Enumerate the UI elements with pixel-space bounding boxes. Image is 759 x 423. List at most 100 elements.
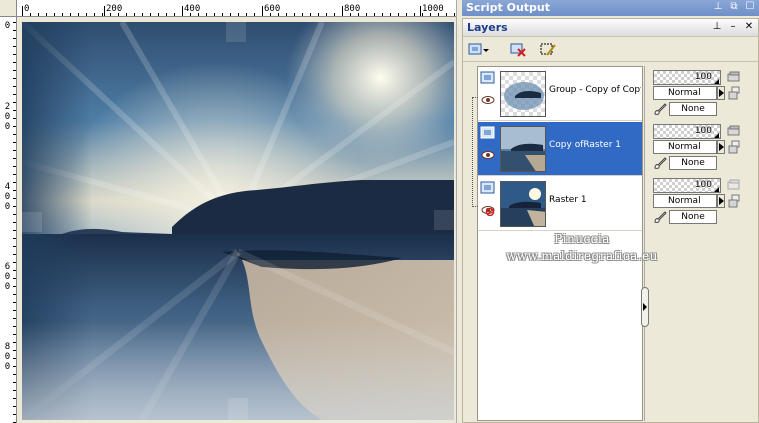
script-output-title: Script Output: [466, 1, 551, 14]
blend-mode-dropdown-button[interactable]: [717, 140, 725, 154]
chevron-right-icon: [718, 89, 724, 97]
layer-row-raster-1[interactable]: Raster 1: [478, 177, 642, 231]
ruler-top-label: 400: [184, 4, 201, 14]
opacity-triangle-icon: [714, 79, 719, 84]
script-output-panel: Script Output ⊥ ⧉ ☐: [462, 0, 759, 16]
eye-icon[interactable]: [481, 95, 495, 105]
eye-icon[interactable]: [481, 150, 495, 160]
layer-row-group[interactable]: Group - Copy of Copy: [478, 67, 642, 121]
layers-panel: Layers ⊥ – ✕ Group - Copy of Copy Copy o…: [462, 18, 759, 423]
link-icon[interactable]: [727, 140, 741, 154]
brush-variance-select[interactable]: None: [669, 102, 717, 116]
opacity-value: 100: [694, 126, 712, 136]
delete-layer-button[interactable]: [507, 41, 529, 59]
canvas-area: 0 200 400 600 800 1000 0 2 0 0 4 0 0 6 0…: [0, 0, 462, 423]
layer-thumbnail: [500, 126, 546, 172]
pin-icon[interactable]: ⊥: [712, 21, 722, 33]
delete-layer-icon: [510, 43, 526, 57]
brush-variance-value: None: [681, 104, 705, 114]
brush-icon[interactable]: [653, 102, 667, 116]
hidden-eye-icon[interactable]: [481, 204, 495, 216]
layer-row-copy-of-raster-1[interactable]: Copy ofRaster 1: [478, 122, 642, 176]
blend-mode-value: Normal: [668, 142, 701, 152]
maximize-icon[interactable]: ☐: [745, 1, 755, 13]
splitter-handle[interactable]: [641, 287, 649, 327]
blend-mode-select[interactable]: Normal: [653, 194, 717, 208]
layer-properties-group: 100 Normal None: [653, 68, 753, 120]
ruler-left-label: 6: [4, 262, 11, 272]
opacity-slider[interactable]: 100: [653, 178, 721, 193]
lock-transparency-icon[interactable]: [727, 124, 741, 138]
paint-shop-pro-workspace: 0 200 400 600 800 1000 0 2 0 0 4 0 0 6 0…: [0, 0, 759, 423]
restore-icon[interactable]: ⧉: [729, 1, 739, 13]
layers-title: Layers: [467, 21, 508, 34]
ruler-left-label: 0: [4, 362, 11, 372]
layer-properties-raster-1: 100 Normal None: [653, 176, 753, 228]
blend-mode-dropdown-button[interactable]: [717, 194, 725, 208]
opacity-slider[interactable]: 100: [653, 124, 721, 139]
ruler-left-label: 0: [4, 122, 11, 132]
ruler-left-label: 2: [4, 102, 11, 112]
ruler-left: 0 2 0 0 4 0 0 6 0 0 8 0 0: [0, 17, 17, 423]
image-canvas[interactable]: [22, 22, 454, 420]
blend-mode-value: Normal: [668, 88, 701, 98]
pin-icon[interactable]: ⊥: [713, 1, 723, 13]
edit-selection-button[interactable]: [537, 41, 559, 59]
blend-mode-select[interactable]: Normal: [653, 140, 717, 154]
layer-name: Raster 1: [549, 195, 587, 205]
brush-variance-value: None: [681, 212, 705, 222]
ruler-left-label: 0: [4, 202, 11, 212]
ruler-top-label: 0: [24, 4, 30, 14]
layer-type-icon: [480, 126, 495, 139]
blend-mode-value: Normal: [668, 196, 701, 206]
layer-type-icon: [480, 71, 495, 84]
watermark-line-1: Pinuccia: [554, 232, 610, 246]
lock-transparency-icon[interactable]: [727, 178, 741, 192]
link-icon[interactable]: [727, 86, 741, 100]
link-icon[interactable]: [727, 194, 741, 208]
lock-transparency-icon[interactable]: [727, 70, 741, 84]
chevron-right-icon: [643, 303, 647, 311]
ruler-left-label: 0: [4, 192, 11, 202]
layers-toolbar: [463, 38, 758, 62]
blend-mode-dropdown-button[interactable]: [717, 86, 725, 100]
brush-variance-value: None: [681, 158, 705, 168]
opacity-triangle-icon: [714, 187, 719, 192]
watermark-text: Pinuccia www.maldiregrafica.eu: [487, 231, 677, 265]
new-layer-button[interactable]: [467, 41, 489, 59]
ruler-left-label: 4: [4, 182, 11, 192]
ruler-left-label: 0: [4, 272, 11, 282]
ruler-top-ticks: [22, 6, 455, 16]
ruler-top-label: 800: [344, 4, 361, 14]
brush-variance-select[interactable]: None: [669, 210, 717, 224]
chevron-right-icon: [718, 197, 724, 205]
edit-selection-icon: [540, 43, 556, 56]
brush-icon[interactable]: [653, 210, 667, 224]
layer-name: Copy ofRaster 1: [549, 140, 621, 150]
ruler-left-label: 8: [4, 342, 11, 352]
blend-mode-select[interactable]: Normal: [653, 86, 717, 100]
minimize-icon[interactable]: –: [728, 21, 738, 33]
ruler-top: 0 200 400 600 800 1000: [17, 0, 456, 17]
opacity-slider[interactable]: 100: [653, 70, 721, 85]
ruler-corner: [0, 0, 17, 17]
layers-title-bar: Layers ⊥ – ✕: [463, 19, 758, 37]
ruler-top-label: 1000: [422, 4, 444, 14]
layer-thumbnail: [500, 181, 546, 227]
ruler-top-label: 200: [106, 4, 123, 14]
close-icon[interactable]: ✕: [744, 21, 754, 33]
opacity-triangle-icon: [714, 133, 719, 138]
brush-icon[interactable]: [653, 156, 667, 170]
layer-properties-copy-raster: 100 Normal None: [653, 122, 753, 174]
layer-name: Group - Copy of Copy: [549, 85, 641, 95]
opacity-value: 100: [694, 72, 712, 82]
ruler-left-label: 0: [4, 352, 11, 362]
brush-variance-select[interactable]: None: [669, 156, 717, 170]
ruler-left-label: 0: [4, 282, 11, 292]
landscape-image: [22, 22, 454, 420]
chevron-right-icon: [718, 143, 724, 151]
ruler-left-label: 0: [4, 112, 11, 122]
ruler-top-label: 600: [264, 4, 281, 14]
watermark-line-2: www.maldiregrafica.eu: [506, 249, 658, 263]
layer-thumbnail: [500, 71, 546, 117]
